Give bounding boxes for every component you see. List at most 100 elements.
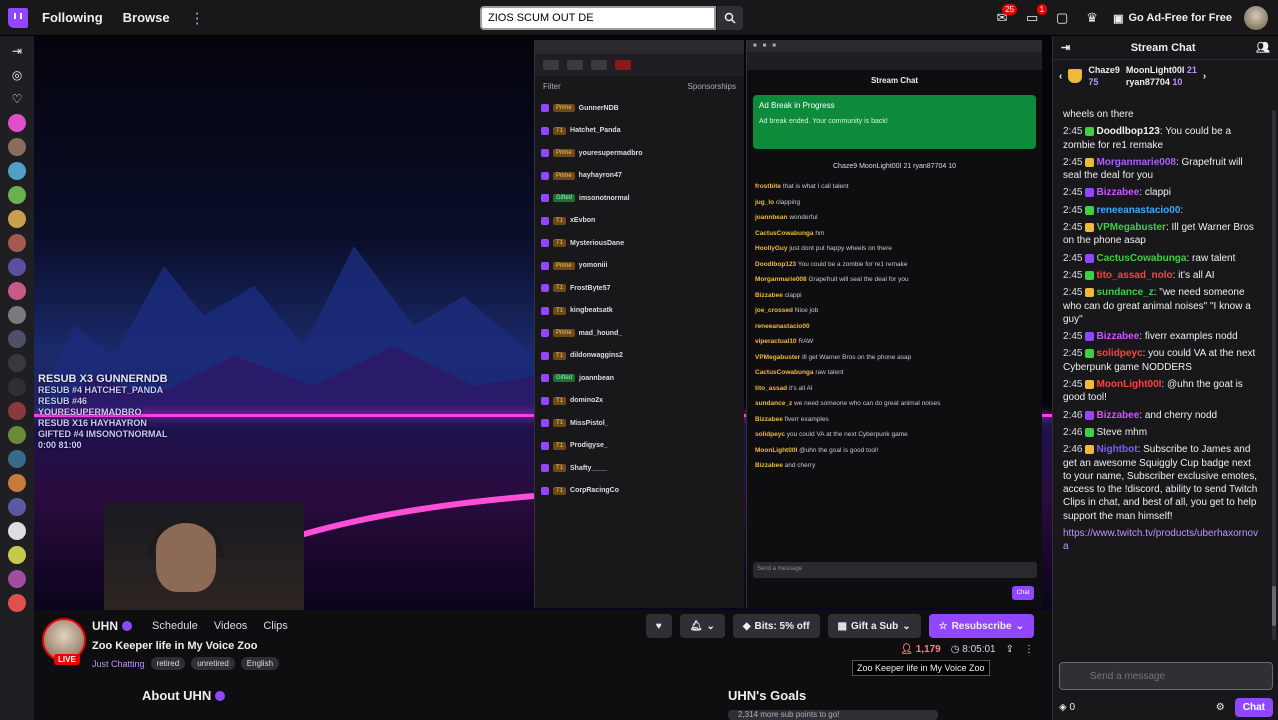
channel-avatar[interactable] — [8, 546, 26, 564]
gear-icon[interactable]: ⚙ — [1216, 702, 1225, 713]
channel-avatar[interactable] — [8, 378, 26, 396]
channel-avatar[interactable] — [8, 594, 26, 612]
tab-schedule[interactable]: Schedule — [152, 620, 198, 632]
resubscribe-button[interactable]: ☆ Resubscribe ⌄ — [928, 614, 1034, 638]
channel-avatar[interactable] — [8, 522, 26, 540]
gift-sub-button[interactable]: ▦ Gift a Sub ⌄ — [827, 614, 921, 638]
sub-badge-icon — [1085, 349, 1095, 359]
collapse-chat-icon[interactable]: ⇥ — [1061, 41, 1070, 54]
chat-username[interactable]: Bizzabee — [1096, 187, 1139, 198]
chat-timestamp: 2:45 — [1063, 252, 1083, 264]
user-avatar[interactable] — [1244, 6, 1268, 30]
chat-username[interactable]: CactusCowabunga — [1096, 253, 1186, 264]
channel-avatar[interactable] — [8, 426, 26, 444]
whispers-button[interactable]: ▢ — [1053, 9, 1071, 27]
browse-link[interactable]: Browse — [123, 10, 170, 25]
heart-icon[interactable]: ♡ — [8, 90, 26, 108]
inbox-button[interactable]: ✉ 25 — [993, 4, 1018, 27]
notifications-button[interactable]: ▭ 1 — [1023, 4, 1048, 27]
tab-clips[interactable]: Clips — [263, 620, 287, 632]
alert-line: RESUB X16 HAYHAYRON — [38, 418, 147, 428]
tag-chip[interactable]: unretired — [191, 657, 235, 670]
channel-avatar[interactable] — [8, 450, 26, 468]
chat-username[interactable]: Bizzabee — [1096, 410, 1139, 421]
event-tag: T1 — [553, 441, 567, 450]
chat-input[interactable] — [1059, 662, 1273, 690]
chat-username[interactable]: tito_assad_nolo — [1096, 270, 1172, 281]
chat-link[interactable]: https://www.twitch.tv/products/uberhaxor… — [1063, 527, 1261, 554]
more-options-icon[interactable]: ⋮ — [1024, 644, 1034, 655]
twitch-logo-icon[interactable] — [8, 7, 28, 28]
channel-avatar[interactable] — [8, 354, 26, 372]
following-link[interactable]: Following — [42, 10, 103, 25]
channel-avatar[interactable] — [8, 138, 26, 156]
follow-button[interactable]: ♥ — [645, 614, 672, 638]
channel-name[interactable]: UHN — [92, 619, 132, 633]
search-button[interactable] — [717, 6, 743, 30]
chat-send-button[interactable]: Chat — [1234, 697, 1273, 717]
chat-username[interactable]: solidpeyc — [1096, 348, 1142, 359]
chat-username[interactable]: MoonLight00I — [1096, 379, 1161, 390]
bell-icon: 🔔︎ — [689, 620, 703, 632]
channel-avatar[interactable] — [8, 234, 26, 252]
event-tag: Prime — [553, 329, 575, 338]
chat-username[interactable]: sundance_z — [1096, 287, 1153, 298]
channel-points[interactable]: ◈ 0 — [1059, 702, 1075, 713]
channel-avatar[interactable] — [8, 306, 26, 324]
search-input[interactable] — [480, 6, 716, 30]
channel-avatar[interactable] — [8, 402, 26, 420]
more-menu-icon[interactable]: ⋮ — [190, 9, 205, 27]
channel-avatar[interactable] — [8, 210, 26, 228]
event-tag: Gifted — [553, 194, 576, 203]
channel-avatar[interactable] — [8, 570, 26, 588]
sub-icon — [541, 239, 549, 248]
chat-username[interactable]: Doodlbop123 — [1096, 126, 1159, 137]
tag-chip[interactable]: English — [240, 657, 280, 670]
popout-message-text: that is what I call talent — [782, 183, 849, 190]
tag-chip[interactable]: retired — [150, 657, 186, 670]
chat-timestamp: 2:45 — [1063, 222, 1083, 234]
channel-avatar[interactable] — [8, 186, 26, 204]
chat-scroll-thumb[interactable] — [1272, 586, 1276, 626]
prime-loot-button[interactable]: ♛ — [1083, 9, 1101, 27]
video-player[interactable]: RESUB X3 GUNNERNDB RESUB #4 HATCHET_PAND… — [34, 36, 1052, 610]
ad-free-button[interactable]: ▣ Go Ad-Free for Free — [1113, 12, 1232, 25]
popout-message: solidpeyc you could VA at the next Cyber… — [747, 427, 1042, 443]
chat-username[interactable]: Bizzabee — [1096, 331, 1139, 342]
chat-username[interactable]: reneeanastacio00 — [1096, 205, 1180, 216]
channel-avatar[interactable] — [8, 282, 26, 300]
chat-username[interactable]: Nightbot — [1096, 444, 1137, 455]
notification-bell-button[interactable]: 🔔︎ ⌄ — [679, 614, 725, 638]
channel-avatar[interactable] — [8, 162, 26, 180]
chat-timestamp: 2:45 — [1063, 204, 1083, 216]
tab-videos[interactable]: Videos — [214, 620, 247, 632]
bits-label: Bits: 5% off — [754, 620, 810, 632]
event-user: MysteriousDane — [570, 239, 625, 247]
channel-avatar[interactable] — [8, 114, 26, 132]
sub-icon — [541, 396, 549, 405]
chat-timestamp: 2:45 — [1063, 287, 1083, 299]
category-link[interactable]: Just Chatting — [92, 659, 145, 669]
popout-message-text: wonderful — [789, 214, 818, 221]
channel-avatar[interactable] — [8, 258, 26, 276]
channel-avatar[interactable] — [8, 330, 26, 348]
bits-button[interactable]: ◆ Bits: 5% off — [732, 614, 820, 638]
popout-message-text: Ill get Warner Bros on the phone asap — [801, 353, 912, 361]
chevron-left-icon[interactable]: ‹ — [1059, 71, 1062, 82]
popout-message-user: frostbite — [755, 183, 781, 190]
popout-message: MoonLight00I @uhn the goal is good tool! — [747, 443, 1042, 459]
channel-avatar[interactable] — [8, 474, 26, 492]
chat-username[interactable]: VPMegabuster — [1096, 222, 1165, 233]
chevron-right-icon[interactable]: › — [1203, 71, 1206, 82]
popout-messages: frostbite that is what I call talent jug_… — [747, 179, 1042, 474]
chat-text: Steve mhm — [1096, 426, 1148, 438]
channel-avatar[interactable] — [8, 498, 26, 516]
chat-username[interactable]: Morganmarie008 — [1096, 157, 1175, 168]
event-row: T1 CorpRacingCo — [535, 480, 744, 503]
about-heading: About UHN — [142, 688, 226, 703]
expand-sidebar-icon[interactable]: ⇥ — [8, 42, 26, 60]
chat-scrollbar[interactable] — [1272, 110, 1276, 640]
users-icon[interactable]: 👥︎ — [1256, 41, 1270, 54]
recommended-icon[interactable]: ◎ — [8, 66, 26, 84]
share-icon[interactable]: ⇪ — [1006, 644, 1014, 655]
